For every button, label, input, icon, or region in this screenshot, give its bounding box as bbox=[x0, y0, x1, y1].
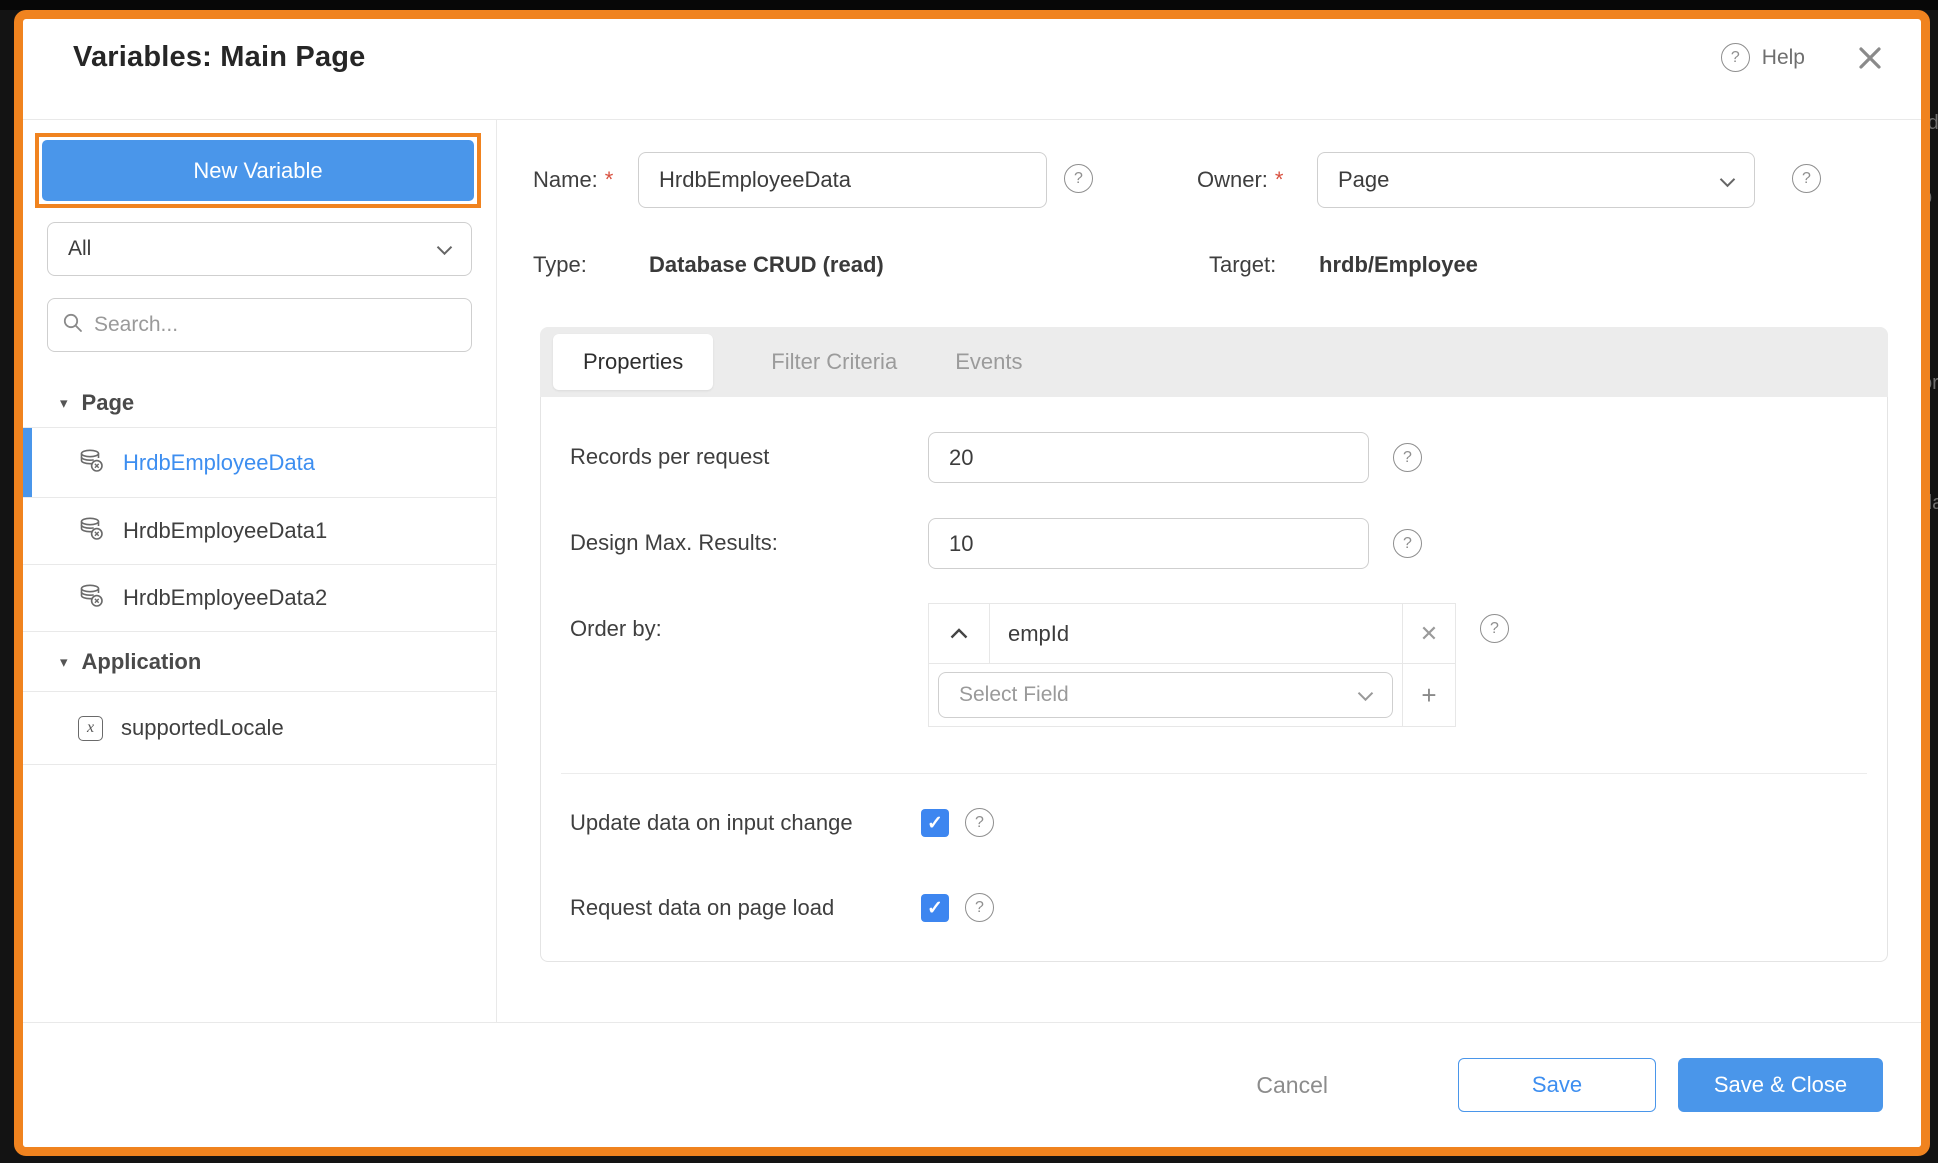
sidebar-section-page[interactable]: ▾ Page bbox=[23, 378, 496, 428]
divider bbox=[561, 773, 1867, 774]
required-marker: * bbox=[605, 167, 614, 192]
variable-item-label: HrdbEmployeeData bbox=[123, 450, 315, 476]
dialog-title: Variables: Main Page bbox=[73, 41, 366, 74]
sort-ascending-icon[interactable] bbox=[929, 604, 990, 664]
update-data-help-icon[interactable]: ? bbox=[965, 808, 994, 837]
variable-name-input[interactable] bbox=[638, 152, 1047, 208]
order-by-select-field[interactable]: Select Field bbox=[938, 672, 1393, 718]
properties-panel: Records per request ? Design Max. Result… bbox=[540, 397, 1888, 962]
new-variable-button[interactable]: New Variable bbox=[42, 140, 474, 201]
required-marker: * bbox=[1275, 167, 1284, 192]
chevron-down-icon bbox=[1357, 684, 1374, 708]
save-and-close-button[interactable]: Save & Close bbox=[1678, 1058, 1883, 1112]
variables-sidebar: New Variable All ▾ Page bbox=[23, 120, 497, 1022]
design-max-help-icon[interactable]: ? bbox=[1393, 529, 1422, 558]
new-variable-highlight: New Variable bbox=[35, 133, 481, 208]
design-max-results-input[interactable] bbox=[928, 518, 1369, 569]
help-question-icon[interactable]: ? bbox=[1721, 43, 1750, 72]
sidebar-item-hrdbemployeedata1[interactable]: HrdbEmployeeData1 bbox=[23, 498, 496, 565]
remove-order-field-icon[interactable]: ✕ bbox=[1402, 604, 1455, 664]
records-help-icon[interactable]: ? bbox=[1393, 443, 1422, 472]
request-data-label: Request data on page load bbox=[570, 893, 834, 923]
sidebar-section-application[interactable]: ▾ Application bbox=[23, 632, 496, 692]
type-label: Type: bbox=[533, 250, 587, 280]
order-by-widget: empId ✕ Select Field + bbox=[928, 603, 1456, 727]
chevron-down-icon bbox=[436, 238, 453, 262]
chevron-down-icon bbox=[1719, 168, 1736, 194]
update-data-checkbox[interactable]: ✓ bbox=[921, 809, 949, 837]
type-value: Database CRUD (read) bbox=[649, 250, 884, 280]
name-label: Name:* bbox=[533, 165, 613, 195]
database-variable-icon bbox=[78, 515, 105, 547]
owner-select[interactable]: Page bbox=[1317, 152, 1755, 208]
variable-item-label: supportedLocale bbox=[121, 715, 284, 741]
order-by-help-icon[interactable]: ? bbox=[1480, 614, 1509, 643]
dialog-header: Variables: Main Page ? Help bbox=[23, 19, 1921, 120]
dialog-footer: Cancel Save Save & Close bbox=[23, 1022, 1921, 1147]
background-toolbar bbox=[0, 0, 1938, 10]
owner-label: Owner:* bbox=[1197, 165, 1283, 195]
owner-select-value: Page bbox=[1338, 167, 1389, 193]
database-variable-icon bbox=[78, 582, 105, 614]
tab-events[interactable]: Events bbox=[955, 349, 1022, 375]
search-input[interactable] bbox=[94, 313, 457, 337]
collapse-caret-icon: ▾ bbox=[60, 394, 68, 412]
select-field-placeholder: Select Field bbox=[959, 683, 1069, 707]
help-link[interactable]: Help bbox=[1762, 46, 1805, 70]
save-button[interactable]: Save bbox=[1458, 1058, 1656, 1112]
variables-dialog: Variables: Main Page ? Help New Variable… bbox=[14, 10, 1930, 1156]
sidebar-item-hrdbemployeedata2[interactable]: HrdbEmployeeData2 bbox=[23, 565, 496, 632]
target-value: hrdb/Employee bbox=[1319, 250, 1478, 280]
model-variable-icon: x bbox=[78, 716, 103, 741]
variable-type-filter-select[interactable]: All bbox=[47, 222, 472, 276]
request-data-help-icon[interactable]: ? bbox=[965, 893, 994, 922]
sidebar-item-hrdbemployeedata[interactable]: HrdbEmployeeData bbox=[23, 428, 496, 498]
variable-item-label: HrdbEmployeeData2 bbox=[123, 585, 327, 611]
variable-item-label: HrdbEmployeeData1 bbox=[123, 518, 327, 544]
order-by-field[interactable]: empId bbox=[990, 604, 1402, 664]
request-data-checkbox[interactable]: ✓ bbox=[921, 894, 949, 922]
owner-help-icon[interactable]: ? bbox=[1792, 164, 1821, 193]
order-by-label: Order by: bbox=[570, 614, 662, 644]
section-label: Page bbox=[82, 390, 135, 416]
records-per-request-input[interactable] bbox=[928, 432, 1369, 483]
sidebar-item-supportedlocale[interactable]: x supportedLocale bbox=[23, 692, 496, 765]
section-label: Application bbox=[82, 649, 202, 675]
tab-bar: Properties Filter Criteria Events bbox=[540, 327, 1888, 397]
variable-detail-panel: Name:* ? Owner:* Page ? Type: Database C… bbox=[497, 120, 1921, 1022]
tab-filter-criteria[interactable]: Filter Criteria bbox=[771, 349, 897, 375]
close-icon[interactable] bbox=[1857, 45, 1883, 71]
database-variable-icon bbox=[78, 447, 105, 479]
selected-indicator bbox=[23, 428, 32, 497]
collapse-caret-icon: ▾ bbox=[60, 653, 68, 671]
target-label: Target: bbox=[1209, 250, 1276, 280]
tab-properties[interactable]: Properties bbox=[553, 334, 713, 390]
add-order-field-icon[interactable]: + bbox=[1402, 664, 1455, 726]
cancel-button[interactable]: Cancel bbox=[1256, 1072, 1328, 1099]
search-box bbox=[47, 298, 472, 352]
update-data-label: Update data on input change bbox=[570, 808, 853, 838]
search-icon bbox=[62, 312, 84, 339]
design-max-results-label: Design Max. Results: bbox=[570, 528, 778, 558]
variable-type-filter-value: All bbox=[68, 237, 91, 261]
records-per-request-label: Records per request bbox=[570, 442, 769, 472]
name-help-icon[interactable]: ? bbox=[1064, 164, 1093, 193]
